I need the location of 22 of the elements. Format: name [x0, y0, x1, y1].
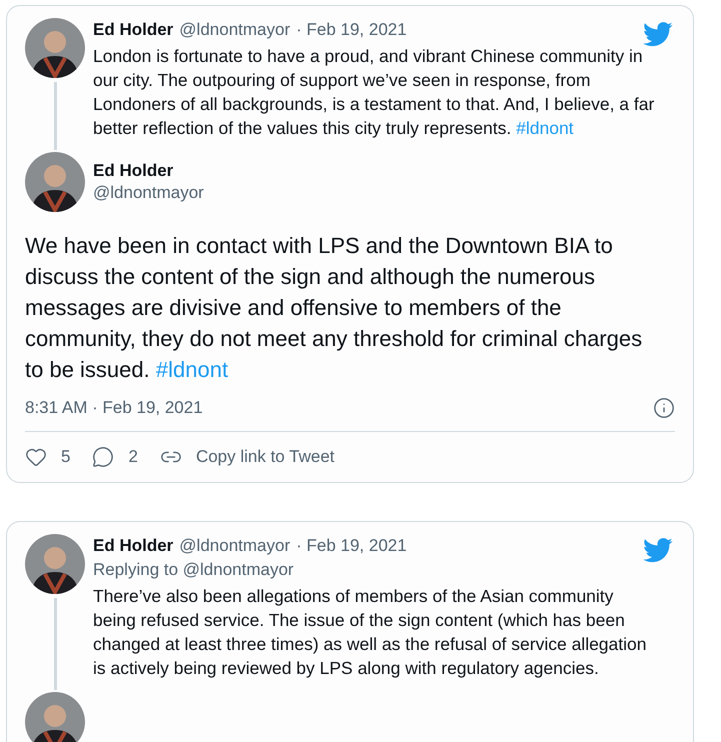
tweet-timestamp[interactable]: 8:31 AM · Feb 19, 2021 [25, 398, 203, 418]
info-icon[interactable] [653, 397, 675, 419]
replying-to: Replying to @ldnontmayor [93, 560, 295, 580]
author-handle[interactable]: @ldnontmayor [179, 536, 290, 556]
author-handle[interactable]: @ldnontmayor [179, 20, 290, 40]
bird-icon[interactable] [643, 538, 673, 563]
bird-icon[interactable] [643, 22, 673, 47]
like-count[interactable]: 5 [61, 447, 70, 467]
tweet-date[interactable]: · Feb 19, 2021 [296, 536, 407, 556]
author-name[interactable]: Ed Holder [93, 161, 204, 181]
reply-count[interactable]: 2 [128, 447, 138, 467]
tweet-text: There’ve also been allegations of members of the Asian community being refused service. The issue of the sign content (which has been changed at least three times) as well as the refusal of service allegation is actively being reviewed by LPS along with regulatory agencies. [93, 585, 648, 680]
tweet-text: London is fortunate to have a proud, and vibrant Chinese community in our city. The outpouring of support we’ve seen in response, from Londoners of all backgrounds, is a testament to that. And, I believe, a far better reflection of the values this city truly represents. #ldnont [93, 45, 655, 140]
avatar[interactable] [25, 692, 85, 742]
tweet-date[interactable]: · Feb 19, 2021 [296, 20, 407, 40]
author-name[interactable]: Ed Holder [93, 536, 174, 556]
copy-link[interactable]: Copy link to Tweet [196, 447, 335, 467]
author-handle[interactable]: @ldnontmayor [93, 183, 204, 203]
author-name[interactable]: Ed Holder [93, 20, 174, 40]
reply-icon[interactable] [92, 446, 114, 468]
tweet-text: We have been in contact with LPS and the Downtown BIA to discuss the content of the sign and although the numerous messages are divisive and offensive to members of the community, they do not meet any threshold for criminal charges to be issued. #ldnont [25, 232, 644, 384]
heart-icon[interactable] [25, 446, 47, 468]
